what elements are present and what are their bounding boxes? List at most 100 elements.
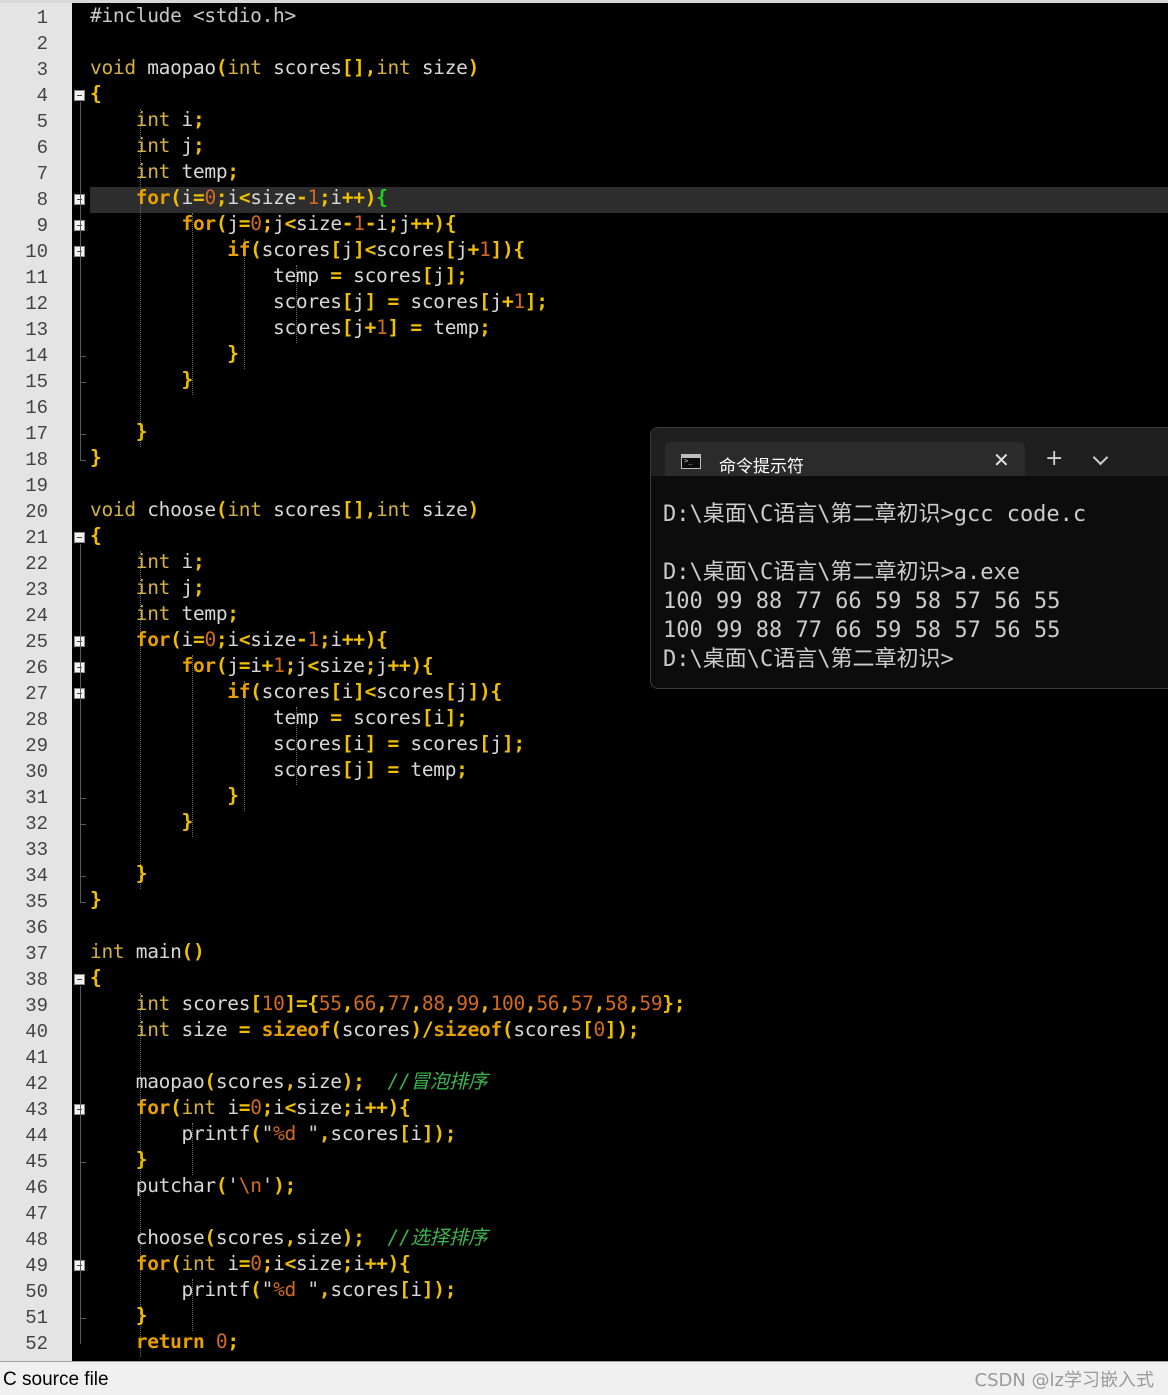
code-token: [	[479, 732, 491, 755]
code-token: ;	[227, 160, 239, 183]
code-line[interactable]: printf("%d ",scores[i]);	[90, 1277, 457, 1303]
code-token: size	[296, 1252, 342, 1275]
code-line[interactable]: if(scores[i]<scores[j]){	[90, 679, 502, 705]
code-token: int	[227, 498, 262, 521]
code-token: i	[273, 1096, 285, 1119]
code-token: scores	[170, 992, 251, 1015]
code-token: =	[410, 316, 422, 339]
line-number: 7	[36, 163, 48, 185]
fold-toggle-icon[interactable]	[74, 974, 85, 985]
code-line[interactable]: putchar('\n');	[90, 1173, 297, 1199]
code-line[interactable]: int main()	[90, 939, 205, 965]
code-line[interactable]: }	[90, 809, 194, 835]
code-token: if	[227, 238, 251, 261]
code-line[interactable]: {	[90, 523, 102, 549]
code-token: i	[330, 186, 342, 209]
code-token: ]	[387, 316, 400, 339]
code-line[interactable]: for(int i=0;i<size;i++){	[90, 1095, 411, 1121]
code-token: i	[227, 628, 239, 651]
code-line[interactable]: for(i=0;i<size-1;i++){	[90, 627, 388, 653]
code-token: int	[135, 992, 171, 1015]
code-line[interactable]: }	[90, 783, 239, 809]
code-line[interactable]: maopao(scores,size); //冒泡排序	[90, 1069, 488, 1095]
code-line[interactable]: void maopao(int scores[],int size)	[90, 55, 479, 81]
code-line[interactable]: void choose(int scores[],int size)	[90, 497, 479, 523]
fold-block-line	[80, 102, 81, 460]
code-token: scores	[261, 680, 331, 703]
code-line[interactable]: scores[j] = scores[j+1];	[90, 289, 548, 315]
new-tab-button[interactable]: +	[1045, 446, 1063, 471]
code-line[interactable]: }	[90, 367, 194, 393]
fold-end-marker	[80, 434, 86, 435]
code-line[interactable]: }	[90, 341, 239, 367]
fold-block-line	[80, 986, 81, 1344]
code-line[interactable]: int i;	[90, 107, 205, 133]
code-line[interactable]: scores[j] = temp;	[90, 757, 468, 783]
chevron-down-icon[interactable]	[1092, 449, 1109, 466]
code-line[interactable]: int temp;	[90, 601, 239, 627]
code-token: size	[170, 1018, 239, 1041]
code-token: for	[135, 628, 171, 651]
code-line[interactable]: int i;	[90, 549, 205, 575]
code-token: 77	[387, 992, 411, 1015]
code-line[interactable]: temp = scores[i];	[90, 705, 468, 731]
fold-toggle-icon[interactable]	[74, 90, 85, 101]
terminal-tab[interactable]: 命令提示符 ✕	[665, 442, 1025, 477]
code-line[interactable]: {	[90, 81, 102, 107]
code-token: j	[170, 576, 194, 599]
code-line[interactable]: for(j=0;j<size-1-i;j++){	[90, 211, 457, 237]
terminal-output[interactable]: D:\桌面\C语言\第二章初识>gcc code.c D:\桌面\C语言\第二章…	[663, 500, 1168, 674]
line-number: 14	[25, 345, 48, 367]
code-token: \n	[238, 1174, 262, 1197]
code-line[interactable]: for(i=0;i<size-1;i++){	[90, 185, 388, 211]
fold-end-marker	[80, 1162, 86, 1163]
code-line[interactable]: {	[90, 965, 102, 991]
code-line[interactable]: if(scores[j]<scores[j+1]){	[90, 237, 525, 263]
code-token: i	[170, 108, 194, 131]
code-token: <	[284, 1252, 297, 1275]
code-token: %d	[273, 1278, 296, 1301]
code-line[interactable]: int j;	[90, 133, 205, 159]
code-line[interactable]: int temp;	[90, 159, 239, 185]
close-tab-icon[interactable]: ✕	[993, 448, 1010, 472]
code-line[interactable]: #include <stdio.h>	[90, 3, 296, 29]
code-line[interactable]: choose(scores,size); //选择排序	[90, 1225, 488, 1251]
code-token: [	[444, 680, 457, 703]
code-line[interactable]: temp = scores[j];	[90, 263, 468, 289]
code-token: 0	[250, 1096, 262, 1119]
code-token: i	[376, 212, 388, 235]
fold-toggle-icon[interactable]	[74, 532, 85, 543]
code-token: };	[662, 992, 686, 1015]
code-token: i	[215, 1252, 239, 1275]
code-line[interactable]: }	[90, 445, 102, 471]
code-line[interactable]: scores[i] = scores[j];	[90, 731, 525, 757]
code-token: scores	[330, 1278, 399, 1301]
code-line[interactable]: for(int i=0;i<size;i++){	[90, 1251, 411, 1277]
code-line[interactable]: return 0;	[90, 1329, 239, 1355]
code-line[interactable]: }	[90, 1147, 148, 1173]
code-token: scores	[341, 1018, 411, 1041]
code-line[interactable]: }	[90, 861, 148, 887]
code-token: (	[215, 1174, 228, 1197]
line-number: 41	[25, 1047, 48, 1069]
code-line[interactable]: printf("%d ",scores[i]);	[90, 1121, 457, 1147]
line-number: 29	[25, 735, 48, 757]
code-line[interactable]: for(j=i+1;j<size;j++){	[90, 653, 434, 679]
code-line[interactable]: int j;	[90, 575, 205, 601]
code-line[interactable]: }	[90, 419, 148, 445]
code-token: 0	[204, 628, 216, 651]
code-token: (	[170, 1252, 182, 1275]
line-number: 10	[25, 241, 48, 263]
code-line[interactable]: int scores[10]={55,66,77,88,99,100,56,57…	[90, 991, 686, 1017]
code-token: size	[250, 628, 297, 651]
code-line[interactable]: scores[j+1] = temp;	[90, 315, 491, 341]
code-line[interactable]: }	[90, 1303, 148, 1329]
code-token: i	[181, 628, 194, 651]
code-line[interactable]: int size = sizeof(scores)/sizeof(scores[…	[90, 1017, 640, 1043]
code-token: 58	[605, 992, 628, 1015]
code-token: size	[295, 1226, 342, 1249]
command-prompt-window[interactable]: 命令提示符 ✕ + D:\桌面\C语言\第二章初识>gcc code.c D:\…	[650, 427, 1168, 689]
code-line[interactable]: }	[90, 887, 102, 913]
